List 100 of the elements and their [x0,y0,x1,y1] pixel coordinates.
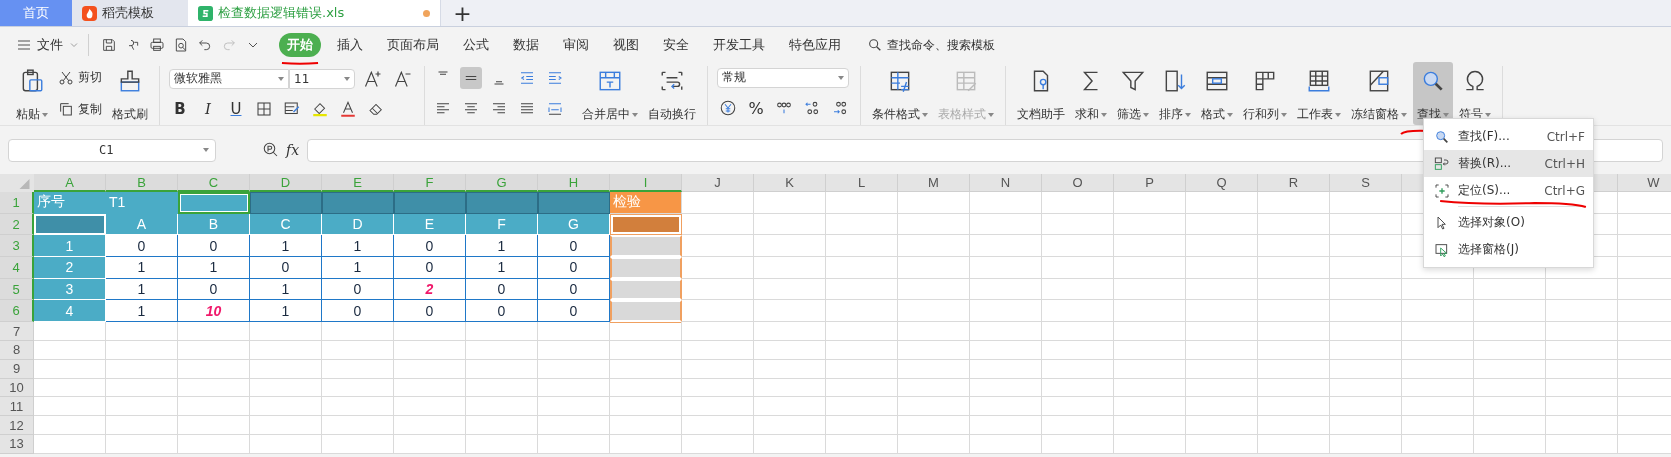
paste-button[interactable]: 粘贴 [12,62,52,125]
toolbar-button[interactable]: 求和 [1071,62,1111,125]
table-cell: 0 [466,300,538,323]
shortcut-label: Ctrl+H [1544,156,1585,171]
column-header[interactable]: N [970,174,1042,192]
new-tab-button[interactable]: + [440,0,484,26]
font-style-button[interactable]: B [169,100,191,119]
table-cell: 0 [106,235,178,258]
ribbon-tab[interactable]: 视图 [605,32,647,57]
row-header[interactable]: 7 [0,322,34,341]
table-cell: 检验 [610,192,682,214]
column-header[interactable]: R [1258,174,1330,192]
menu-item[interactable]: 查找(F)... Ctrl+F [1424,123,1593,150]
column-header[interactable]: W [1618,174,1671,192]
column-header[interactable]: P [1114,174,1186,192]
ribbon-tab[interactable]: 数据 [505,32,547,57]
toolbar-button[interactable]: 文档助手 [1013,62,1069,125]
ribbon-tab[interactable]: 特色应用 [781,32,849,57]
menu-item-label: 选择窗格(J) [1458,241,1520,258]
row-header[interactable]: 12 [0,416,34,435]
ribbon-tab[interactable]: 插入 [329,32,371,57]
menu-item-label: 定位(S)... [1458,182,1512,199]
font-family-field[interactable]: 微软雅黑 [169,68,289,89]
ribbon-tab[interactable]: 公式 [455,32,497,57]
table-cell: 1 [106,278,178,301]
document-tab[interactable]: 稻壳模板 [72,0,188,26]
document-tab[interactable]: 检查数据逻辑错误.xls [188,0,440,26]
column-header[interactable]: K [754,174,826,192]
menu-item[interactable]: 定位(S)... Ctrl+G [1424,177,1593,204]
table-cell: 1 [322,257,394,279]
wrap-text-button[interactable]: 自动换行 [644,62,700,125]
menu-item[interactable]: 选择对象(O) [1424,209,1593,236]
column-header[interactable]: Q [1186,174,1258,192]
column-header[interactable]: O [1042,174,1114,192]
table-cell: 2 [394,278,466,301]
table-cell: 1 [466,257,538,279]
style-button[interactable]: 条件格式 [868,62,932,125]
number-format-field[interactable]: 常规 [717,67,849,88]
table-cell: 10 [178,300,250,323]
table-cell: 0 [394,300,466,323]
table-cell: 1 [466,235,538,258]
menu-item[interactable]: 选择窗格(J) [1424,236,1593,263]
merge-center-button[interactable]: 合并居中 [578,62,642,125]
table-cell: 0 [538,278,610,301]
ribbon-tab[interactable]: 开发工具 [705,32,773,57]
table-cell: 0 [538,300,610,323]
table-cell: 0 [322,300,394,323]
font-style-button[interactable]: U [225,100,247,119]
table-cell: C [250,213,322,236]
table-cell: D [322,213,394,236]
toolbar-button[interactable]: 工作表 [1293,62,1345,125]
function-label[interactable]: fx [286,142,300,158]
table-cell: G [538,213,610,236]
table-cell: 0 [538,257,610,279]
ribbon-tab[interactable]: 安全 [655,32,697,57]
copy-button[interactable]: 复制 [58,100,102,118]
table-cell: A [106,213,178,236]
table-cell: F [466,213,538,236]
format-painter-button[interactable]: 格式刷 [108,62,152,125]
table-cell: 序号 [34,192,106,214]
table-cell: 0 [394,257,466,279]
command-search-field[interactable]: 查找命令、搜索模板 [867,36,1029,53]
column-header[interactable]: J [682,174,754,192]
percent-button[interactable]: % [745,98,767,118]
table-cell: 4 [34,300,106,323]
table-cell: 0 [250,257,322,279]
table-cell: E [394,213,466,236]
number-format-value: 常规 [722,69,746,87]
menu-item[interactable]: 替换(R)... Ctrl+H [1424,150,1593,177]
column-header[interactable]: L [826,174,898,192]
toolbar-button[interactable]: 冻结窗格 [1347,62,1411,125]
font-family-value: 微软雅黑 [174,70,222,88]
toolbar-button[interactable]: 格式 [1197,62,1237,125]
cut-button[interactable]: 剪切 [58,69,102,87]
table-cell: 0 [178,235,250,258]
row-header[interactable]: 11 [0,397,34,417]
table-cell: 0 [322,278,394,301]
table-cell: 3 [34,278,106,301]
table-cell: 0 [394,235,466,258]
name-box[interactable]: C1 [8,138,216,162]
toolbar-button[interactable]: 行和列 [1239,62,1291,125]
toolbar-button[interactable]: 排序 [1155,62,1195,125]
ribbon-tab[interactable]: 审阅 [555,32,597,57]
menu-item-label: 替换(R)... [1458,155,1513,172]
font-size-field[interactable]: 11 [289,68,355,89]
table-cell: 0 [178,278,250,301]
file-menu[interactable]: 文件 [12,33,84,56]
shortcut-label: Ctrl+G [1544,183,1585,198]
table-cell: 0 [538,235,610,258]
toolbar-button[interactable]: 筛选 [1113,62,1153,125]
column-header[interactable]: M [898,174,970,192]
ribbon-tab[interactable]: 页面布局 [379,32,447,57]
table-cell: 1 [250,235,322,258]
table-cell: 0 [466,278,538,301]
column-header[interactable]: S [1330,174,1402,192]
font-style-button[interactable]: I [197,100,219,119]
menu-item-label: 查找(F)... [1458,128,1511,145]
cell-reference: C1 [99,143,114,157]
menu-item-label: 选择对象(O) [1458,214,1526,231]
table-cell: T1 [106,192,178,214]
